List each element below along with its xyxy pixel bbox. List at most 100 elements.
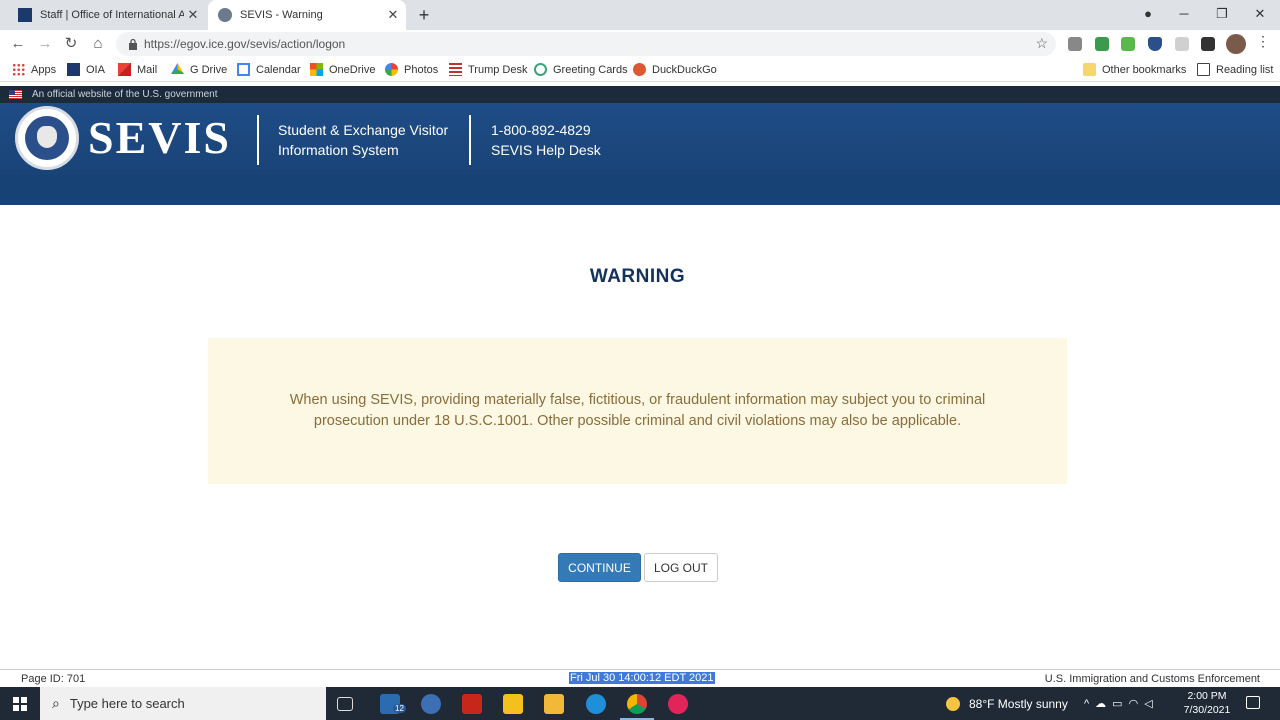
taskbar-clock[interactable]: 2:00 PM 7/30/2021	[1178, 689, 1236, 717]
tab-sevis-warning[interactable]: SEVIS - Warning ✕	[208, 0, 406, 30]
start-button[interactable]	[0, 687, 40, 720]
warning-text: When using SEVIS, providing materially f…	[289, 392, 986, 429]
bookmarks-bar: Apps OIA Mail G Drive Calendar OneDrive …	[0, 58, 1280, 82]
url-text: https://egov.ice.gov/sevis/action/logon	[144, 37, 346, 51]
bookmark-gdrive[interactable]: G Drive	[171, 63, 227, 76]
help-desk-info: 1-800-892-4829 SEVIS Help Desk	[491, 120, 601, 160]
chevron-up-icon[interactable]: ^	[1084, 698, 1095, 710]
bookmark-photos[interactable]: Photos	[385, 63, 438, 76]
profile-avatar[interactable]	[1226, 34, 1246, 54]
us-flag-icon	[9, 90, 22, 99]
bookmark-label: G Drive	[190, 63, 228, 76]
tab-title: Staff | Office of International Affa	[40, 9, 184, 21]
bookmark-apps[interactable]: Apps	[12, 63, 56, 76]
system-name-line2: Information System	[278, 142, 399, 158]
microsoft-icon	[310, 63, 323, 76]
help-desk-label: SEVIS Help Desk	[491, 142, 601, 158]
system-tray-icons[interactable]: ^ ☁ ▭ ◠ ◁	[1084, 687, 1159, 720]
task-view-icon[interactable]	[337, 697, 353, 711]
address-bar[interactable]: https://egov.ice.gov/sevis/action/logon …	[116, 32, 1056, 56]
tab-title: SEVIS - Warning	[240, 9, 323, 21]
divider	[257, 115, 259, 165]
extension-icon[interactable]	[1068, 37, 1082, 51]
bookmark-label: DuckDuckGo	[652, 63, 717, 76]
clock-time: 2:00 PM	[1187, 690, 1227, 702]
us-flag-icon	[449, 63, 462, 76]
windows-taskbar: ⌕ Type here to search 12 88°F Mostly sun…	[0, 687, 1280, 720]
back-button[interactable]: ←	[7, 33, 29, 55]
dhs-seal-favicon-icon	[218, 8, 232, 22]
help-desk-phone: 1-800-892-4829	[491, 122, 591, 138]
page-id: Page ID: 701	[21, 673, 86, 685]
weather-widget[interactable]: 88°F Mostly sunny	[946, 687, 1068, 720]
cloud-icon[interactable]: ☁	[1095, 697, 1112, 710]
google-photos-icon	[385, 63, 398, 76]
gmail-icon	[118, 63, 131, 76]
bookmark-label: Mail	[137, 63, 158, 76]
bookmark-mail[interactable]: Mail	[118, 63, 157, 76]
bookmark-onedrive[interactable]: OneDrive	[310, 63, 375, 76]
bookmark-label: Trump Desk	[468, 63, 528, 76]
file-explorer-icon[interactable]	[544, 694, 564, 714]
bookmark-oia[interactable]: OIA	[67, 63, 105, 76]
bookmark-greeting-cards[interactable]: Greeting Cards	[534, 63, 628, 76]
extension-icon[interactable]	[1175, 37, 1189, 51]
sevis-logo: SEVIS	[88, 112, 231, 163]
tab-search-icon[interactable]: ●	[1130, 0, 1166, 28]
extension-icon[interactable]	[1121, 37, 1135, 51]
continue-button[interactable]: CONTINUE	[558, 553, 641, 582]
home-button[interactable]: ⌂	[87, 33, 109, 55]
bookmark-label: Apps	[31, 63, 57, 76]
acrobat-icon[interactable]	[462, 694, 482, 714]
browser-tab-bar: Staff | Office of International Affa ✕ S…	[0, 0, 1280, 30]
dhs-seal-icon	[15, 106, 79, 170]
sticky-notes-icon[interactable]	[503, 694, 523, 714]
shield-extension-icon[interactable]	[1148, 37, 1162, 51]
edge-icon[interactable]	[586, 694, 606, 714]
close-tab-icon[interactable]: ✕	[184, 7, 202, 23]
app-icon[interactable]	[421, 694, 441, 714]
sevis-header: SEVIS Student & Exchange Visitor Informa…	[0, 103, 1280, 205]
restore-button[interactable]: ❐	[1204, 0, 1240, 28]
bookmark-duckduckgo[interactable]: DuckDuckGo	[633, 63, 717, 76]
apps-grid-icon	[12, 63, 25, 76]
bookmark-label: Greeting Cards	[553, 63, 628, 76]
bookmark-trump-desk[interactable]: Trump Desk	[449, 63, 528, 76]
close-tab-icon[interactable]: ✕	[384, 7, 402, 23]
taskbar-search[interactable]: ⌕ Type here to search	[40, 687, 326, 720]
forward-button[interactable]: →	[34, 33, 56, 55]
agency-name: U.S. Immigration and Customs Enforcement	[1044, 673, 1260, 685]
other-bookmarks[interactable]: Other bookmarks	[1083, 63, 1186, 76]
bookmark-star-icon[interactable]: ☆	[1035, 35, 1048, 52]
wifi-icon[interactable]: ◠	[1129, 697, 1145, 710]
server-timestamp: Fri Jul 30 14:00:12 EDT 2021	[569, 672, 715, 684]
log-out-button[interactable]: LOG OUT	[644, 553, 718, 582]
system-name: Student & Exchange Visitor Information S…	[278, 120, 448, 160]
duckduckgo-icon	[633, 63, 646, 76]
reading-list[interactable]: Reading list	[1197, 63, 1273, 76]
new-tab-button[interactable]: +	[414, 5, 434, 25]
reading-list-icon	[1197, 63, 1210, 76]
reload-button[interactable]: ↻	[60, 33, 82, 55]
extension-icon[interactable]	[1095, 37, 1109, 51]
bookmark-label: OneDrive	[329, 63, 376, 76]
google-drive-icon	[171, 63, 184, 75]
bookmark-calendar[interactable]: Calendar	[237, 63, 301, 76]
browser-toolbar: ← → ↻ ⌂ https://egov.ice.gov/sevis/actio…	[0, 30, 1280, 58]
weather-text: 88°F Mostly sunny	[969, 696, 1068, 711]
recorder-app-icon[interactable]	[668, 694, 688, 714]
puzzle-extensions-icon[interactable]	[1201, 37, 1215, 51]
battery-icon[interactable]: ▭	[1112, 697, 1128, 710]
volume-icon[interactable]: ◁	[1144, 697, 1158, 710]
tab-oia-staff[interactable]: Staff | Office of International Affa ✕	[8, 0, 206, 30]
chrome-icon[interactable]	[627, 694, 647, 714]
notification-center-icon[interactable]	[1246, 696, 1260, 709]
bookmark-label: Photos	[404, 63, 439, 76]
more-menu-icon[interactable]: ⋮	[1256, 33, 1270, 50]
minimize-button[interactable]: ─	[1166, 0, 1202, 28]
oia-icon	[67, 63, 80, 76]
system-name-line1: Student & Exchange Visitor	[278, 122, 449, 138]
close-window-button[interactable]: ✕	[1242, 0, 1278, 28]
sun-icon	[946, 696, 960, 711]
calendar-icon	[237, 63, 250, 76]
